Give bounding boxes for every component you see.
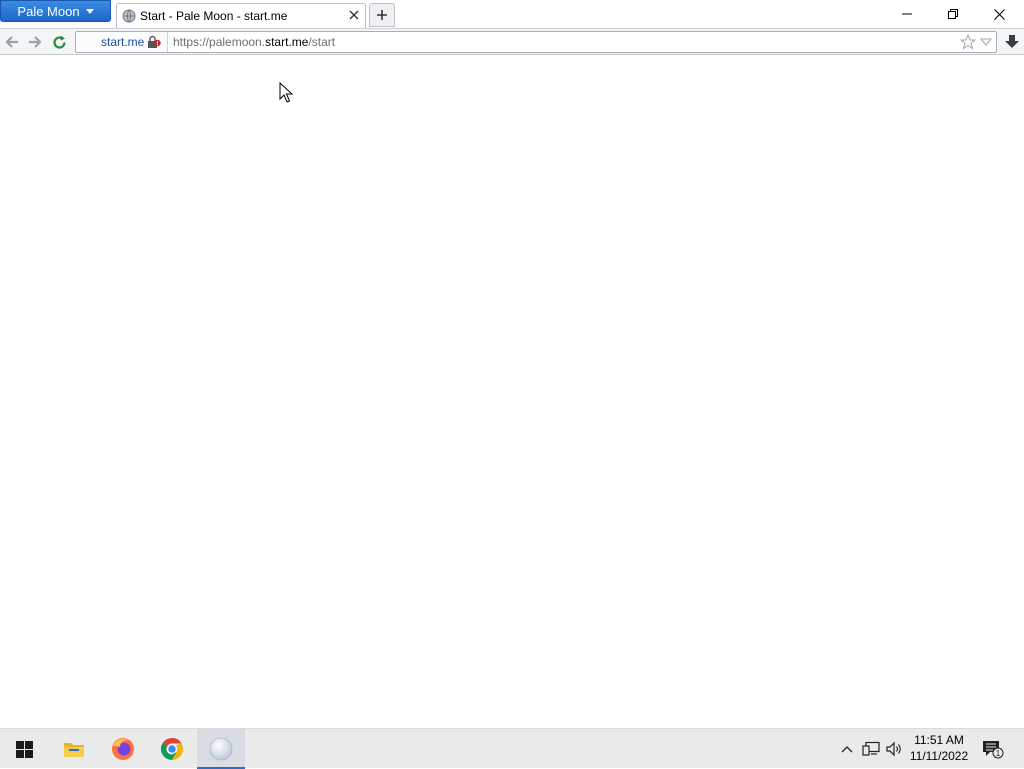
page-content[interactable] <box>0 55 1024 728</box>
url-text[interactable]: https://palemoon.start.me/start <box>173 35 335 49</box>
taskbar-file-explorer[interactable] <box>50 729 98 769</box>
close-tab-icon[interactable] <box>349 10 359 20</box>
reload-icon <box>52 35 66 49</box>
chevron-up-icon <box>841 746 853 753</box>
close-window-button[interactable] <box>976 0 1022 28</box>
folder-icon <box>64 743 84 757</box>
new-tab-button[interactable] <box>369 3 395 27</box>
network-tray-button[interactable] <box>861 729 881 769</box>
url-scheme: https://palemoon. <box>173 35 266 49</box>
taskbar-firefox[interactable] <box>99 729 147 769</box>
bookmark-star-icon[interactable] <box>960 34 976 50</box>
forward-button[interactable] <box>25 33 45 51</box>
volume-icon <box>886 741 901 757</box>
minimize-icon <box>902 13 912 15</box>
plus-icon <box>377 10 387 20</box>
restore-button[interactable] <box>930 0 976 28</box>
action-center-button[interactable]: 1 <box>978 729 1008 769</box>
tab-title: Start - Pale Moon - start.me <box>140 9 288 23</box>
downloads-icon[interactable] <box>1003 33 1021 51</box>
reload-button[interactable] <box>49 33 69 51</box>
mouse-cursor-icon <box>279 82 293 103</box>
tab-start[interactable]: Start - Pale Moon - start.me <box>116 3 366 28</box>
forward-arrow-icon <box>29 36 42 48</box>
network-icon <box>862 741 880 756</box>
notification-count: 1 <box>996 749 1001 758</box>
app-menu-label: Pale Moon <box>17 3 80 19</box>
site-identity-label: start.me <box>101 35 145 49</box>
chevron-down-icon <box>85 9 94 14</box>
firefox-icon <box>112 738 134 760</box>
back-arrow-icon <box>5 36 18 48</box>
taskbar-palemoon[interactable] <box>197 729 245 769</box>
taskbar-chrome[interactable] <box>148 729 196 769</box>
navigation-toolbar: start.me https://palemoon.start.me/start <box>0 28 1024 55</box>
chrome-icon <box>161 738 183 760</box>
clock-time: 11:51 AM <box>914 733 964 747</box>
palemoon-icon <box>209 737 233 761</box>
notification-icon: 1 <box>983 741 1004 759</box>
site-identity-button[interactable]: start.me <box>76 32 168 52</box>
show-hidden-icons-button[interactable] <box>838 729 856 769</box>
minimize-button[interactable] <box>884 0 930 28</box>
title-bar: Pale Moon Start - Pale Moon - start.me <box>0 0 1024 28</box>
restore-icon <box>948 9 958 19</box>
url-path: /start <box>308 35 336 49</box>
windows-logo-icon <box>15 740 33 758</box>
globe-icon <box>122 9 136 23</box>
url-domain: start.me <box>265 35 309 49</box>
clock-date: 11/11/2022 <box>909 749 969 763</box>
clock[interactable]: 11:51 AM 11/11/2022 <box>904 729 974 769</box>
back-button[interactable] <box>2 33 22 51</box>
url-history-dropdown-icon[interactable] <box>980 37 992 47</box>
mixed-content-lock-icon <box>148 35 161 48</box>
app-menu-button[interactable]: Pale Moon <box>0 0 111 22</box>
close-icon <box>993 8 1005 20</box>
address-bar[interactable]: start.me https://palemoon.start.me/start <box>75 31 997 53</box>
volume-tray-button[interactable] <box>884 729 904 769</box>
taskbar: 11:51 AM 11/11/2022 1 <box>0 728 1024 769</box>
start-button[interactable] <box>0 729 48 769</box>
